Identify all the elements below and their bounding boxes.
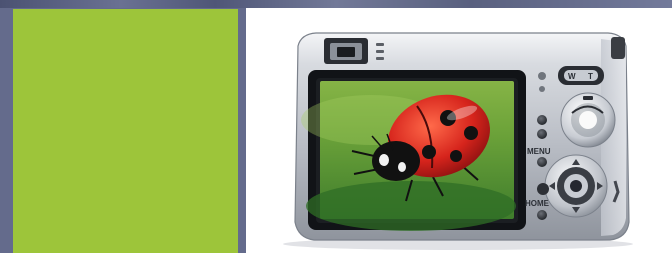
playback-mode-icon [538, 72, 546, 80]
camera-photo-panel: W T MENU HOME [246, 8, 672, 253]
zoom-tele-label: T [588, 72, 593, 81]
zoom-rocker: W T [558, 66, 604, 85]
small-button-icon [537, 183, 549, 195]
display-button-icon [537, 115, 547, 125]
camera-image: W T MENU HOME [283, 32, 633, 250]
menu-button [537, 157, 547, 167]
viewfinder-icon [324, 38, 368, 64]
mode-dial [560, 92, 616, 148]
indicator-lights-icon [376, 43, 384, 60]
scene-mode-icon [539, 86, 545, 92]
top-decorative-strip [0, 0, 672, 8]
navigation-pad [544, 154, 608, 218]
strap-lug-icon [611, 37, 625, 59]
home-label: HOME [525, 199, 550, 208]
green-color-panel [13, 9, 238, 253]
flash-button-icon [537, 129, 547, 139]
home-button [537, 210, 547, 220]
zoom-wide-label: W [568, 72, 576, 81]
menu-label: MENU [527, 147, 551, 156]
page: W T MENU HOME [0, 0, 672, 253]
